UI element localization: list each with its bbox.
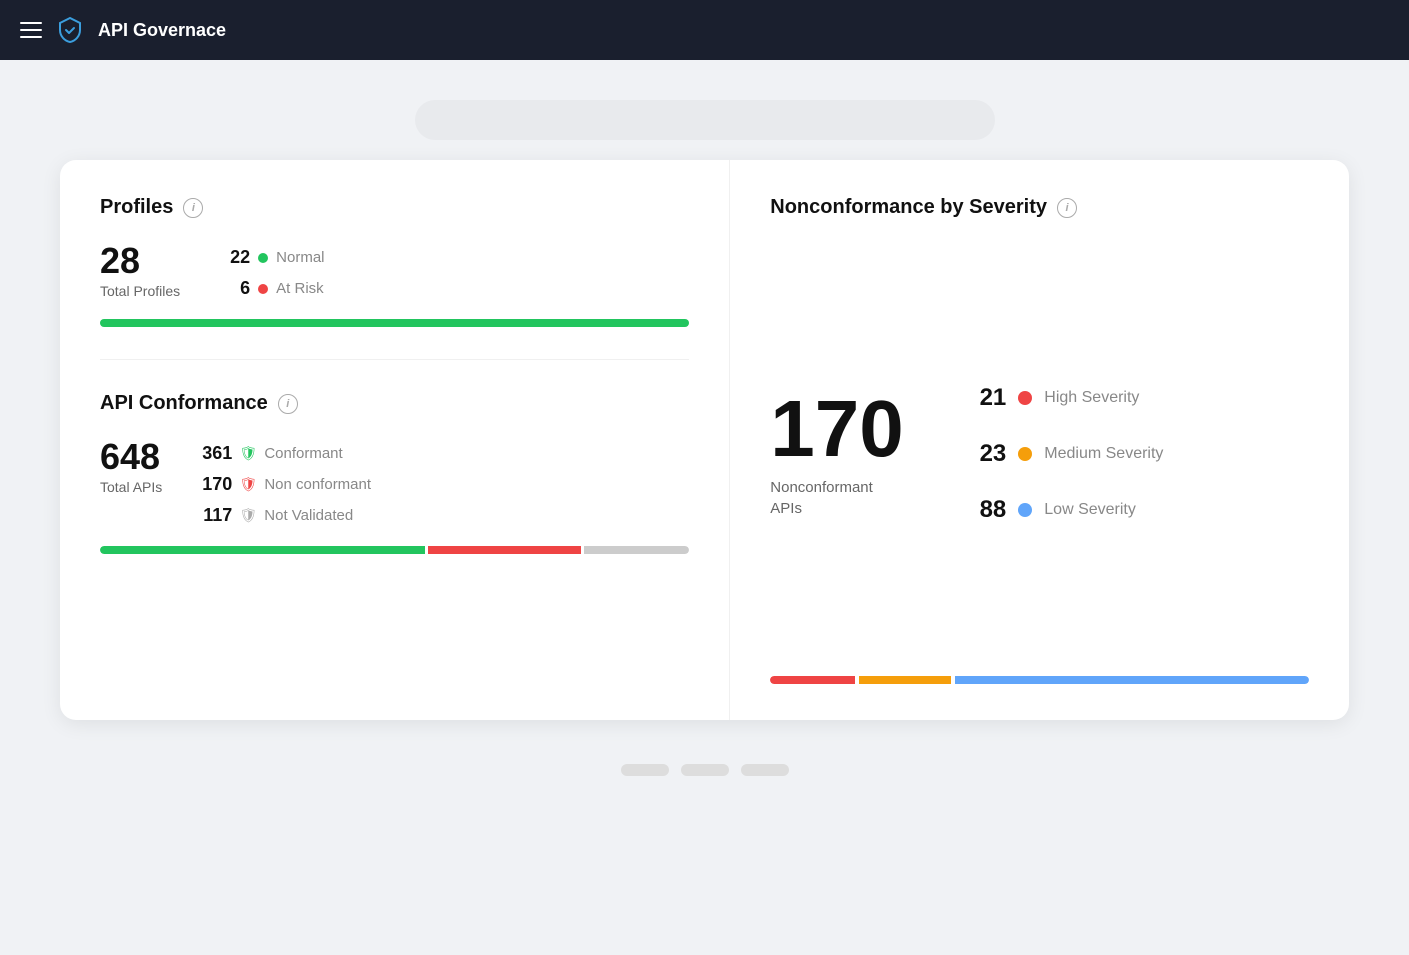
not-validated-count: 117 [202,505,232,526]
conformant-shield-icon: 🛡 [240,446,256,462]
non-conformant-stat: 170 🛡 Non conformant [202,474,371,495]
api-total-block: 648 Total APIs [100,439,162,495]
profiles-stat-items: 22 Normal 6 At Risk [220,243,324,299]
nonconformance-title: Nonconformance by Severity [770,196,1047,219]
at-risk-stat: 6 At Risk [220,278,324,299]
progress-green [100,546,425,554]
api-conformance-progress-bar [100,546,689,554]
medium-severity-label: Medium Severity [1044,445,1163,463]
api-total-label: Total APIs [100,479,162,495]
api-stat-items: 361 🛡 Conformant 170 🛡 Non conformant 11… [202,439,371,526]
conformant-count: 361 [202,443,232,464]
pagination-dots [60,764,1349,776]
normal-count: 22 [220,247,250,268]
profiles-total-number: 28 [100,243,180,279]
high-severity-label: High Severity [1044,389,1139,407]
at-risk-count: 6 [220,278,250,299]
profiles-total-label: Total Profiles [100,283,180,299]
api-conformance-stats-row: 648 Total APIs 361 🛡 Conformant 170 🛡 No [100,439,689,526]
search-bar[interactable] [415,100,995,140]
progress-gray [584,546,689,554]
severity-progress-bars [770,676,1309,684]
profiles-progress-bar [100,319,689,327]
severity-items: 21 High Severity 23 Medium Severity 88 L… [970,384,1309,524]
medium-severity-count: 23 [970,440,1006,468]
low-severity-dot [1018,503,1032,517]
right-panel: Nonconformance by Severity i 170 Nonconf… [730,160,1349,720]
profiles-info-icon[interactable]: i [183,198,203,218]
not-validated-stat: 117 🛡 Not Validated [202,505,371,526]
low-severity-label: Low Severity [1044,501,1136,519]
severity-bar-red [770,676,854,684]
at-risk-label: At Risk [276,280,324,297]
high-severity-item: 21 High Severity [970,384,1309,412]
non-conformant-shield-icon: 🛡 [240,477,256,493]
pagination-dot-1[interactable] [621,764,669,776]
nonconformance-info-icon[interactable]: i [1057,198,1077,218]
api-conformance-header: API Conformance i [100,392,689,415]
severity-bar-blue [955,676,1309,684]
non-conformant-count: 170 [202,474,232,495]
nonconformance-header: Nonconformance by Severity i [770,196,1309,219]
normal-dot [258,253,268,263]
not-validated-shield-icon: 🛡 [240,508,256,524]
nonconformance-content: 170 NonconformantAPIs 21 High Severity 2… [770,263,1309,644]
api-conformance-title: API Conformance [100,392,268,415]
profiles-section: Profiles i 28 Total Profiles 22 Normal [100,196,689,360]
dashboard-card: Profiles i 28 Total Profiles 22 Normal [60,160,1349,720]
api-conformance-section: API Conformance i 648 Total APIs 361 🛡 C… [100,392,689,554]
severity-bar-orange [859,676,951,684]
main-content: Profiles i 28 Total Profiles 22 Normal [0,60,1409,816]
pagination-dot-2[interactable] [681,764,729,776]
pagination-dot-3[interactable] [741,764,789,776]
left-panel: Profiles i 28 Total Profiles 22 Normal [60,160,730,720]
low-severity-count: 88 [970,496,1006,524]
logo-icon [56,16,84,44]
low-severity-item: 88 Low Severity [970,496,1309,524]
api-conformance-info-icon[interactable]: i [278,394,298,414]
api-total-number: 648 [100,439,162,475]
nonconformance-total-block: 170 NonconformantAPIs [770,389,970,519]
profiles-stats-row: 28 Total Profiles 22 Normal 6 At Risk [100,243,689,299]
progress-red [428,546,581,554]
profiles-total-block: 28 Total Profiles [100,243,180,299]
medium-severity-dot [1018,447,1032,461]
medium-severity-item: 23 Medium Severity [970,440,1309,468]
profiles-title: Profiles [100,196,173,219]
not-validated-label: Not Validated [264,507,353,524]
normal-label: Normal [276,249,324,266]
conformant-stat: 361 🛡 Conformant [202,443,371,464]
profiles-header: Profiles i [100,196,689,219]
non-conformant-label: Non conformant [264,476,371,493]
high-severity-dot [1018,391,1032,405]
high-severity-count: 21 [970,384,1006,412]
navbar: API Governace [0,0,1409,60]
conformant-label: Conformant [264,445,342,462]
normal-stat: 22 Normal [220,247,324,268]
at-risk-dot [258,284,268,294]
nonconformance-total-label: NonconformantAPIs [770,477,970,519]
hamburger-button[interactable] [20,22,42,38]
app-title: API Governace [98,20,226,41]
nonconformance-total-number: 170 [770,389,970,469]
